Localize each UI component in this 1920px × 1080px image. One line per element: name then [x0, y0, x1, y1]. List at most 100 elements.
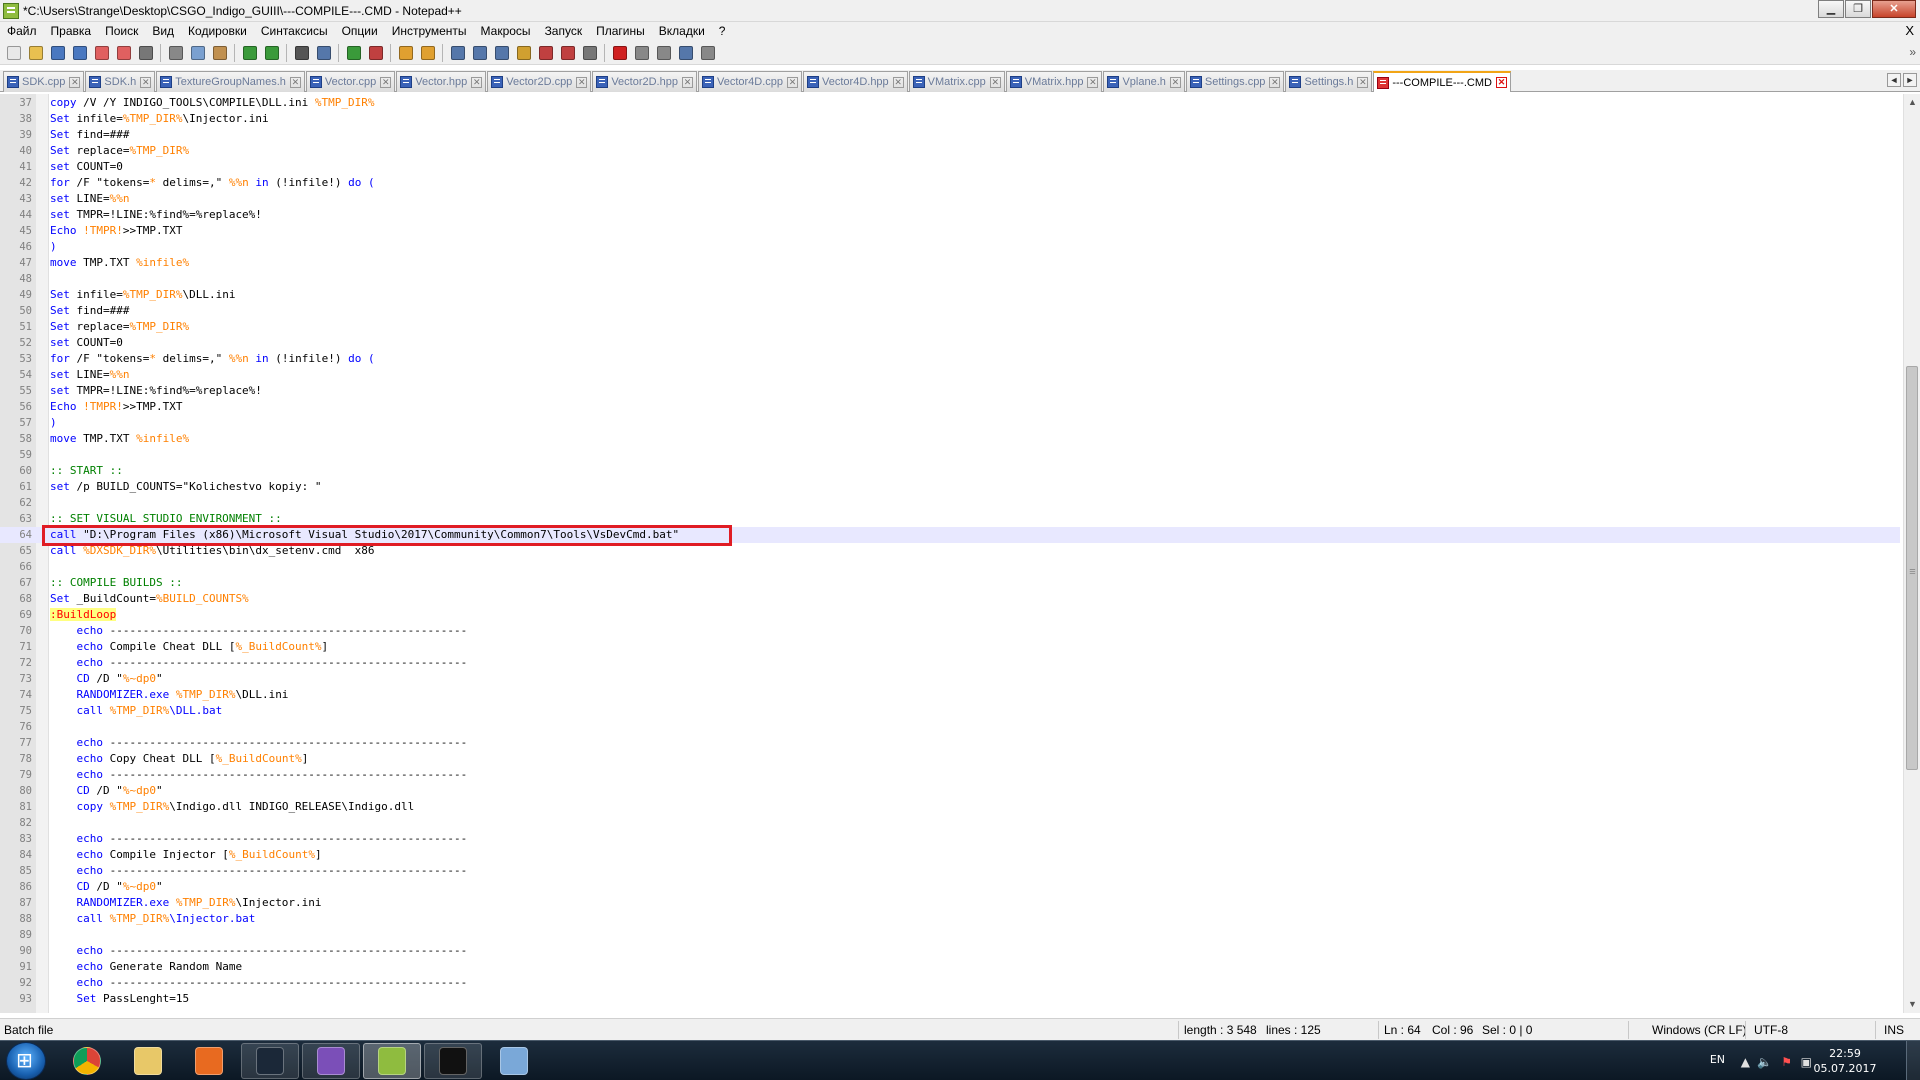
tab-6[interactable]: Vector2D.hpp ✕ [592, 71, 697, 92]
toolbar-overflow-icon[interactable]: » [1909, 45, 1916, 59]
tab-11[interactable]: Vplane.h ✕ [1103, 71, 1185, 92]
close-window-button[interactable]: ✕ [1872, 0, 1916, 18]
undo-button[interactable] [240, 43, 259, 62]
code-line[interactable]: 38 Set infile=%TMP_DIR%\Injector.ini [0, 111, 1900, 127]
code-line[interactable]: 64 call "D:\Program Files (x86)\Microsoft… [0, 527, 1900, 543]
redo-button[interactable] [262, 43, 281, 62]
code-line[interactable]: 56 Echo !TMPR!>>TMP.TXT [0, 399, 1900, 415]
tab-close-icon[interactable]: ✕ [69, 76, 81, 88]
tab-8[interactable]: Vector4D.hpp ✕ [803, 71, 908, 92]
code-line[interactable]: 81 copy %TMP_DIR%\Indigo.dll INDIGO_RELE… [0, 799, 1900, 815]
code-line[interactable]: 47 move TMP.TXT %infile% [0, 255, 1900, 271]
code-line[interactable]: 90 echo --------------------------------… [0, 943, 1900, 959]
tab-close-icon[interactable]: ✕ [1269, 76, 1281, 88]
code-line[interactable]: 80 CD /D "%~dp0" [0, 783, 1900, 799]
code-line[interactable]: 50 Set find=### [0, 303, 1900, 319]
zoom-in-button[interactable] [344, 43, 363, 62]
status-insert-mode[interactable]: INS [1880, 1019, 1904, 1041]
monitoring-button[interactable] [580, 43, 599, 62]
chrome-taskbar-button[interactable] [58, 1043, 116, 1079]
code-line[interactable]: 71 echo Compile Cheat DLL [%_BuildCount%… [0, 639, 1900, 655]
code-line[interactable]: 78 echo Copy Cheat DLL [%_BuildCount%] [0, 751, 1900, 767]
explorer-taskbar-button[interactable] [119, 1043, 177, 1079]
code-line[interactable]: 58 move TMP.TXT %infile% [0, 431, 1900, 447]
code-line[interactable]: 77 echo --------------------------------… [0, 735, 1900, 751]
code-line[interactable]: 82 [0, 815, 1900, 831]
tab-12[interactable]: Settings.cpp ✕ [1185, 71, 1285, 92]
code-line[interactable]: 79 echo --------------------------------… [0, 767, 1900, 783]
paste-button[interactable] [210, 43, 229, 62]
scroll-down-icon[interactable]: ▼ [1904, 996, 1920, 1013]
sync-h-button[interactable] [418, 43, 437, 62]
code-line[interactable]: 41 set COUNT=0 [0, 159, 1900, 175]
code-line[interactable]: 53 for /F "tokens=* delims=," %%n in (!in… [0, 351, 1900, 367]
code-line[interactable]: 85 echo --------------------------------… [0, 863, 1900, 879]
code-line[interactable]: 63:: SET VISUAL STUDIO ENVIRONMENT :: [0, 511, 1900, 527]
maximize-button[interactable]: ❐ [1845, 0, 1871, 18]
open-file-button[interactable] [26, 43, 45, 62]
code-line[interactable]: 89 [0, 927, 1900, 943]
save-button[interactable] [48, 43, 67, 62]
tab-close-icon[interactable]: ✕ [892, 76, 904, 88]
tab-10[interactable]: VMatrix.hpp ✕ [1005, 71, 1103, 92]
notepadpp-taskbar-button[interactable] [363, 1043, 421, 1079]
tab-close-icon[interactable]: ✕ [787, 76, 799, 88]
code-line[interactable]: 92 echo --------------------------------… [0, 975, 1900, 991]
stop-macro-button[interactable] [632, 43, 651, 62]
vertical-scrollbar[interactable]: ▲ ≡ ▼ [1903, 94, 1920, 1013]
close-file-button[interactable] [92, 43, 111, 62]
code-line[interactable]: 74 RANDOMIZER.exe %TMP_DIR%\DLL.ini [0, 687, 1900, 703]
code-line[interactable]: 69:BuildLoop [0, 607, 1900, 623]
menu-item-0[interactable]: Файл [0, 22, 44, 41]
menu-item-12[interactable]: ? [712, 22, 733, 41]
code-line[interactable]: 60:: START :: [0, 463, 1900, 479]
code-line[interactable]: 70 echo --------------------------------… [0, 623, 1900, 639]
tab-close-icon[interactable]: ✕ [289, 76, 301, 88]
tab-close-icon[interactable]: ✕ [989, 76, 1001, 88]
tab-close-icon[interactable]: ✕ [140, 76, 152, 88]
code-line[interactable]: 43 set LINE=%%n [0, 191, 1900, 207]
tab-14[interactable]: ---COMPILE---.CMD ✕ [1373, 71, 1511, 92]
tab-close-icon[interactable]: ✕ [681, 76, 693, 88]
menu-item-6[interactable]: Опции [335, 22, 385, 41]
start-button[interactable] [6, 1042, 46, 1080]
tab-1[interactable]: SDK.h ✕ [85, 71, 156, 92]
menu-item-7[interactable]: Инструменты [385, 22, 474, 41]
scroll-up-icon[interactable]: ▲ [1904, 94, 1920, 111]
code-line[interactable]: 91 echo Generate Random Name [0, 959, 1900, 975]
tab-close-icon[interactable]: ✕ [1495, 77, 1507, 88]
code-line[interactable]: 51 Set replace=%TMP_DIR% [0, 319, 1900, 335]
tab-close-icon[interactable]: ✕ [1169, 76, 1181, 88]
cut-button[interactable] [166, 43, 185, 62]
menu-item-9[interactable]: Запуск [538, 22, 590, 41]
zoom-out-button[interactable] [366, 43, 385, 62]
tab-close-icon[interactable]: ✕ [471, 76, 483, 88]
code-line[interactable]: 93 Set PassLenght=15 [0, 991, 1900, 1007]
tab-close-icon[interactable]: ✕ [380, 76, 392, 88]
code-line[interactable]: 75 call %TMP_DIR%\DLL.bat [0, 703, 1900, 719]
sync-v-button[interactable] [396, 43, 415, 62]
tab-5[interactable]: Vector2D.cpp ✕ [487, 71, 592, 92]
close-all-button[interactable] [114, 43, 133, 62]
tab-13[interactable]: Settings.h ✕ [1285, 71, 1373, 92]
record-macro-button[interactable] [610, 43, 629, 62]
code-line[interactable]: 83 echo --------------------------------… [0, 831, 1900, 847]
code-line[interactable]: 86 CD /D "%~dp0" [0, 879, 1900, 895]
menu-item-4[interactable]: Кодировки [181, 22, 254, 41]
code-line[interactable]: 48 [0, 271, 1900, 287]
indent-guide-button[interactable] [492, 43, 511, 62]
udl-button[interactable] [514, 43, 533, 62]
find-button[interactable] [292, 43, 311, 62]
code-line[interactable]: 73 CD /D "%~dp0" [0, 671, 1900, 687]
run-macro-multiple-button[interactable] [676, 43, 695, 62]
code-editor[interactable]: 37 copy /V /Y INDIGO_TOOLS\COMPILE\DLL.in… [0, 94, 1920, 1013]
code-line[interactable]: 52 set COUNT=0 [0, 335, 1900, 351]
tray-overflow-icon[interactable]: ▲ [1741, 1055, 1750, 1069]
tab-close-icon[interactable]: ✕ [1087, 76, 1099, 88]
code-line[interactable]: 68 Set _BuildCount=%BUILD_COUNTS% [0, 591, 1900, 607]
code-line[interactable]: 54 set LINE=%%n [0, 367, 1900, 383]
code-line[interactable]: 88 call %TMP_DIR%\Injector.bat [0, 911, 1900, 927]
save-all-button[interactable] [70, 43, 89, 62]
code-line[interactable]: 45 Echo !TMPR!>>TMP.TXT [0, 223, 1900, 239]
code-line[interactable]: 84 echo Compile Injector [%_BuildCount%] [0, 847, 1900, 863]
